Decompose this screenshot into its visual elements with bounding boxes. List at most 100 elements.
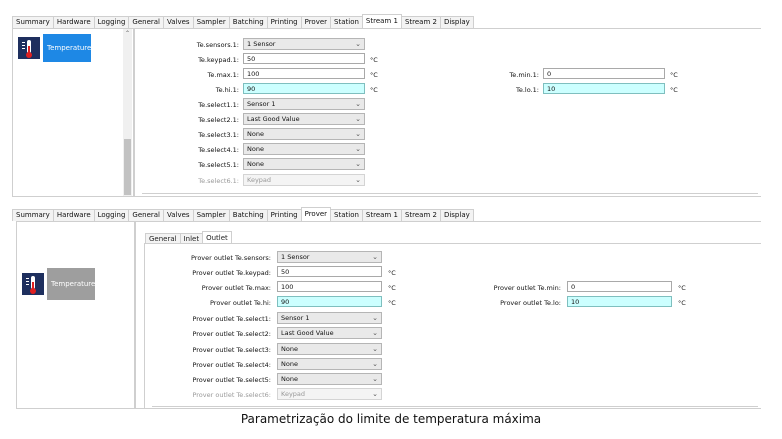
select2-label: Te.select2.1: [198,116,239,124]
select3-dropdown[interactable]: None ⌄ [277,343,382,355]
chevron-down-icon: ⌄ [372,375,378,383]
tab-hardware[interactable]: Hardware [52,209,95,221]
select6-dropdown: Keypad ⌄ [277,388,382,400]
tab-general[interactable]: General [128,16,164,28]
select5-label: Prover outlet Te.select5: [192,376,271,384]
max-input[interactable]: 100 [277,281,382,292]
hi-label: Prover outlet Te.hi: [209,299,271,307]
chevron-down-icon: ⌄ [372,314,378,322]
tab-stream-1[interactable]: Stream 1 [361,14,402,28]
top-tab-bar: Summary Hardware Logging General Valves … [12,14,474,28]
scroll-thumb[interactable] [124,139,131,195]
sensors-label: Te.sensors.1: [196,41,239,49]
tab-valves[interactable]: Valves [163,16,194,28]
select6-label: Te.select6.1: [198,177,239,185]
select4-dropdown[interactable]: None ⌄ [277,358,382,370]
thermometer-icon [22,273,44,295]
min-input[interactable]: 0 [567,281,672,292]
select2-dropdown[interactable]: Last Good Value ⌄ [277,327,382,339]
chevron-down-icon: ⌄ [372,360,378,368]
sidebar-item-temperature[interactable]: Temperature [22,268,95,300]
tab-batching[interactable]: Batching [228,209,268,221]
max-input[interactable]: 100 [243,68,365,79]
scroll-up-icon[interactable]: ⌃ [123,29,132,38]
lo-input[interactable]: 10 [543,83,665,94]
chevron-down-icon: ⌄ [372,329,378,337]
select1-dropdown[interactable]: Sensor 1 ⌄ [243,98,365,110]
hi-input[interactable]: 90 [277,296,382,307]
tab-prover[interactable]: Prover [300,207,332,221]
min-unit: °C [678,284,686,292]
sensors-label: Prover outlet Te.sensors: [190,254,271,262]
chevron-down-icon: ⌄ [372,345,378,353]
select4-label: Prover outlet Te.select4: [192,361,271,369]
tab-general[interactable]: General [128,209,164,221]
chevron-down-icon: ⌄ [355,100,361,108]
bottom-form-divider [152,406,758,407]
select6-dropdown: Keypad ⌄ [243,174,365,186]
tab-batching[interactable]: Batching [228,16,268,28]
keypad-label: Prover outlet Te.keypad: [192,269,271,277]
chevron-down-icon: ⌄ [355,130,361,138]
tab-sampler[interactable]: Sampler [192,16,230,28]
tab-sampler[interactable]: Sampler [192,209,230,221]
hi-unit: °C [388,299,396,307]
tab-display[interactable]: Display [439,16,474,28]
tab-station[interactable]: Station [330,209,363,221]
top-form-area [134,28,761,197]
chevron-down-icon: ⌄ [355,176,361,184]
lo-label: Te.lo.1: [516,86,539,94]
figure-caption: Parametrização do limite de temperatura … [240,412,542,426]
keypad-unit: °C [388,269,396,277]
tab-stream-2[interactable]: Stream 2 [400,16,441,28]
tab-station[interactable]: Station [330,16,363,28]
lo-unit: °C [678,299,686,307]
hi-label: Te.hi.1: [215,86,239,94]
tab-prover[interactable]: Prover [300,16,332,28]
lo-input[interactable]: 10 [567,296,672,307]
select2-dropdown[interactable]: Last Good Value ⌄ [243,113,365,125]
tab-display[interactable]: Display [439,209,474,221]
top-form-divider [142,193,758,194]
keypad-input[interactable]: 50 [243,53,365,64]
select5-dropdown[interactable]: None ⌄ [243,158,365,170]
tab-printing[interactable]: Printing [266,16,302,28]
sidebar-scrollbar[interactable]: ⌃ [123,29,132,196]
max-unit: °C [388,284,396,292]
sidebar-item-temperature[interactable]: Temperature [18,34,91,62]
sensors-select[interactable]: 1 Sensor ⌄ [277,251,382,263]
select4-dropdown[interactable]: None ⌄ [243,143,365,155]
select5-label: Te.select5.1: [198,161,239,169]
tab-summary[interactable]: Summary [12,16,54,28]
select1-dropdown[interactable]: Sensor 1 ⌄ [277,312,382,324]
select3-dropdown[interactable]: None ⌄ [243,128,365,140]
keypad-input[interactable]: 50 [277,266,382,277]
min-input[interactable]: 0 [543,68,665,79]
max-label: Te.max.1: [207,71,239,79]
hi-unit: °C [370,86,378,94]
tab-logging[interactable]: Logging [93,16,130,28]
tab-summary[interactable]: Summary [12,209,54,221]
top-panel: Summary Hardware Logging General Valves … [12,14,761,197]
tab-stream-1[interactable]: Stream 1 [361,209,402,221]
sensors-select[interactable]: 1 Sensor ⌄ [243,38,365,50]
tab-valves[interactable]: Valves [163,209,194,221]
chevron-down-icon: ⌄ [372,390,378,398]
keypad-label: Te.keypad.1: [198,56,239,64]
tab-printing[interactable]: Printing [266,209,302,221]
lo-unit: °C [670,86,678,94]
select5-dropdown[interactable]: None ⌄ [277,373,382,385]
lo-label: Prover outlet Te.lo: [500,299,561,307]
tab-logging[interactable]: Logging [93,209,130,221]
tab-hardware[interactable]: Hardware [52,16,95,28]
select1-label: Te.select1.1: [198,101,239,109]
chevron-down-icon: ⌄ [372,253,378,261]
min-label: Prover outlet Te.min: [493,284,561,292]
bottom-sidebar: Temperature [16,221,135,409]
tab-stream-2[interactable]: Stream 2 [400,209,441,221]
hi-input[interactable]: 90 [243,83,365,94]
keypad-unit: °C [370,56,378,64]
thermometer-icon [18,37,40,59]
bottom-tab-bar: Summary Hardware Logging General Valves … [12,207,474,221]
min-label: Te.min.1: [509,71,539,79]
